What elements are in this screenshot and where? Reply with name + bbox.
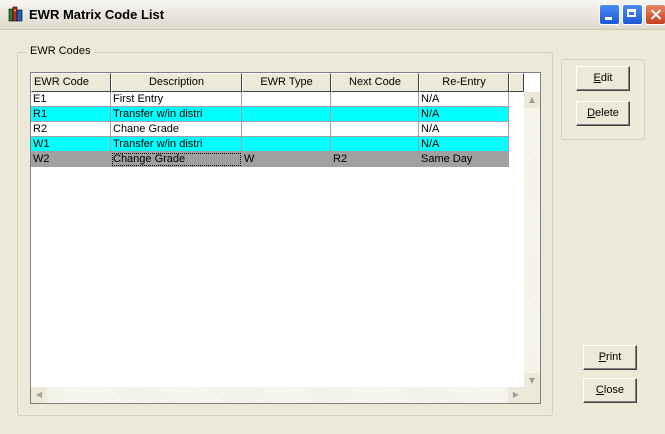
grid-header: EWR Code Description EWR Type Next Code …: [31, 73, 524, 92]
horizontal-scrollbar[interactable]: ◀ ▶: [31, 387, 524, 403]
cell-ewr-code[interactable]: R1: [31, 107, 111, 122]
vertical-scroll-track[interactable]: [524, 92, 540, 389]
cell-description[interactable]: Change Grade: [111, 152, 242, 167]
cell-description[interactable]: Chane Grade: [111, 122, 242, 137]
edit-button[interactable]: Edit: [576, 66, 630, 91]
print-label: rint: [606, 351, 622, 363]
delete-button[interactable]: Delete: [576, 101, 630, 126]
cell-re-entry[interactable]: N/A: [419, 92, 509, 107]
table-row[interactable]: R1 Transfer w/in distri N/A: [31, 107, 509, 122]
cell-next-code[interactable]: [331, 107, 419, 122]
window-title: EWR Matrix Code List: [29, 7, 165, 22]
delete-mnemonic: D: [587, 107, 596, 119]
cell-next-code[interactable]: [331, 122, 419, 137]
cell-re-entry[interactable]: N/A: [419, 137, 509, 152]
cell-ewr-type[interactable]: [242, 122, 331, 137]
column-header-next-code[interactable]: Next Code: [331, 73, 419, 92]
cell-ewr-type[interactable]: [242, 107, 331, 122]
books-icon: [8, 6, 23, 22]
table-row[interactable]: W1 Transfer w/in distri N/A: [31, 137, 509, 152]
table-row[interactable]: E1 First Entry N/A: [31, 92, 509, 107]
cell-next-code[interactable]: [331, 137, 419, 152]
title-bar[interactable]: EWR Matrix Code List: [0, 0, 665, 30]
table-row[interactable]: W2 Change Grade W R2 Same Day: [31, 152, 509, 167]
vertical-scrollbar[interactable]: ▲ ▼: [524, 92, 540, 389]
ewr-code-grid[interactable]: EWR Code Description EWR Type Next Code …: [30, 72, 541, 404]
cell-ewr-type[interactable]: W: [242, 152, 331, 167]
close-window-button[interactable]: [645, 4, 665, 25]
column-header-ewr-code[interactable]: EWR Code: [31, 73, 111, 92]
cell-re-entry[interactable]: Same Day: [419, 152, 509, 167]
scroll-left-icon[interactable]: ◀: [31, 387, 47, 403]
scroll-up-icon[interactable]: ▲: [524, 92, 540, 108]
cell-next-code[interactable]: [331, 92, 419, 107]
cell-next-code[interactable]: R2: [331, 152, 419, 167]
cell-description[interactable]: First Entry: [111, 92, 242, 107]
cell-ewr-code[interactable]: E1: [31, 92, 111, 107]
group-label: EWR Codes: [27, 45, 94, 57]
column-header-ewr-type[interactable]: EWR Type: [242, 73, 331, 92]
maximize-button[interactable]: [622, 4, 643, 25]
column-header-spacer: [509, 73, 524, 92]
close-mnemonic: C: [595, 384, 604, 396]
delete-label: elete: [595, 107, 619, 119]
cell-ewr-code[interactable]: R2: [31, 122, 111, 137]
cell-re-entry[interactable]: N/A: [419, 107, 509, 122]
cell-ewr-code[interactable]: W2: [31, 152, 111, 167]
cell-ewr-type[interactable]: [242, 92, 331, 107]
cell-description[interactable]: Transfer w/in distri: [111, 137, 242, 152]
cell-re-entry[interactable]: N/A: [419, 122, 509, 137]
close-label: lose: [603, 384, 625, 396]
print-button[interactable]: Print: [583, 345, 637, 370]
close-button[interactable]: Close: [583, 378, 637, 403]
table-row[interactable]: R2 Chane Grade N/A: [31, 122, 509, 137]
app-window: EWR Matrix Code List EWR Codes EWR Code …: [0, 0, 665, 434]
scrollbar-corner: [524, 387, 540, 403]
print-mnemonic: P: [598, 351, 607, 363]
minimize-button[interactable]: [599, 4, 620, 25]
cell-ewr-code[interactable]: W1: [31, 137, 111, 152]
column-header-description[interactable]: Description: [111, 73, 242, 92]
cell-ewr-type[interactable]: [242, 137, 331, 152]
edit-label: dit: [600, 72, 613, 84]
scroll-right-icon[interactable]: ▶: [508, 387, 524, 403]
grid-rows: E1 First Entry N/A R1 Transfer w/in distri N/…: [31, 92, 509, 167]
edit-mnemonic: E: [593, 72, 601, 84]
column-header-re-entry[interactable]: Re-Entry: [419, 73, 509, 92]
cell-description[interactable]: Transfer w/in distri: [111, 107, 242, 122]
